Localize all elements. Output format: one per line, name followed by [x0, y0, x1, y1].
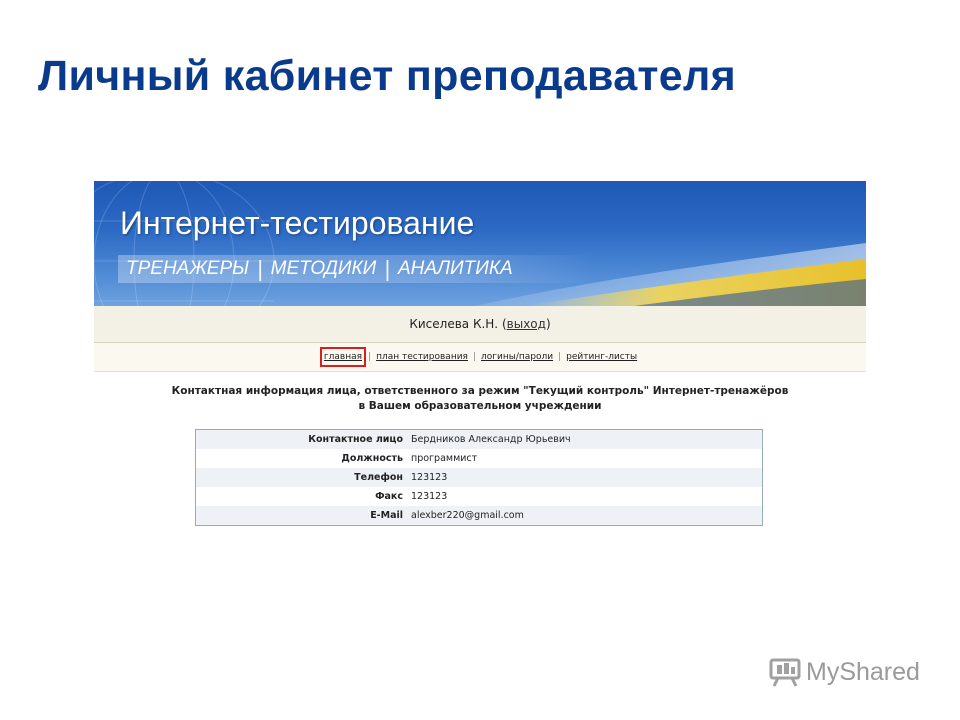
slide-title: Личный кабинет преподавателя [38, 52, 736, 100]
phone-value: 123123 [407, 468, 763, 487]
nav-home[interactable]: главная [319, 347, 367, 367]
logout-link[interactable]: выход [507, 317, 546, 331]
menu-separator: | [256, 256, 263, 281]
fax-value: 123123 [407, 487, 763, 506]
table-row: Факс 123123 [195, 487, 763, 506]
watermark-text: MyShared [806, 657, 920, 686]
menu-methods[interactable]: МЕТОДИКИ [271, 258, 377, 280]
contact-table: Контактное лицо Бердников Александр Юрье… [195, 429, 763, 526]
nav-separator: | [558, 352, 562, 362]
contact-heading-line2: в Вашем образовательном учреждении [358, 400, 602, 412]
user-name: Киселева К.Н. [409, 317, 499, 331]
website-screenshot: Интернет-тестирование ТРЕНАЖЕРЫ | МЕТОДИ… [94, 181, 866, 541]
nav-bar: главная | план тестирования | логины/пар… [94, 343, 866, 372]
table-row: Телефон 123123 [195, 468, 763, 487]
user-bar: Киселева К.Н. (выход) [94, 306, 866, 343]
menu-separator: | [384, 256, 390, 281]
myshared-logo-icon [769, 658, 801, 687]
nav-ratings[interactable]: рейтинг-листы [563, 350, 640, 364]
nav-logins[interactable]: логины/пароли [478, 350, 556, 364]
menu-trainers[interactable]: ТРЕНАЖЕРЫ [126, 258, 249, 280]
contact-heading: Контактная информация лица, ответственно… [94, 384, 866, 414]
position-label: Должность [195, 449, 407, 468]
nav-separator: | [472, 352, 477, 362]
banner-menu: ТРЕНАЖЕРЫ | МЕТОДИКИ | АНАЛИТИКА [118, 255, 596, 283]
banner-title: Интернет-тестирование [120, 205, 475, 241]
nav-separator: | [368, 352, 372, 362]
contact-person-label: Контактное лицо [195, 429, 407, 449]
site-banner: Интернет-тестирование ТРЕНАЖЕРЫ | МЕТОДИ… [94, 181, 866, 306]
position-value: программист [407, 449, 763, 468]
fax-label: Факс [195, 487, 407, 506]
contact-person-value: Бердников Александр Юрьевич [407, 429, 763, 449]
menu-analytics[interactable]: АНАЛИТИКА [398, 258, 513, 280]
phone-label: Телефон [195, 468, 407, 487]
table-row: Должность программист [195, 449, 763, 468]
table-row: E-Mail alexber220@gmail.com [195, 506, 763, 526]
table-row: Контактное лицо Бердников Александр Юрье… [195, 429, 763, 449]
banner-globe-graphic [94, 181, 866, 306]
email-label: E-Mail [195, 506, 407, 526]
contact-heading-line1: Контактная информация лица, ответственно… [171, 385, 789, 397]
myshared-watermark: MyShared [768, 656, 920, 688]
email-value: alexber220@gmail.com [407, 506, 763, 526]
nav-test-plan[interactable]: план тестирования [373, 350, 471, 364]
